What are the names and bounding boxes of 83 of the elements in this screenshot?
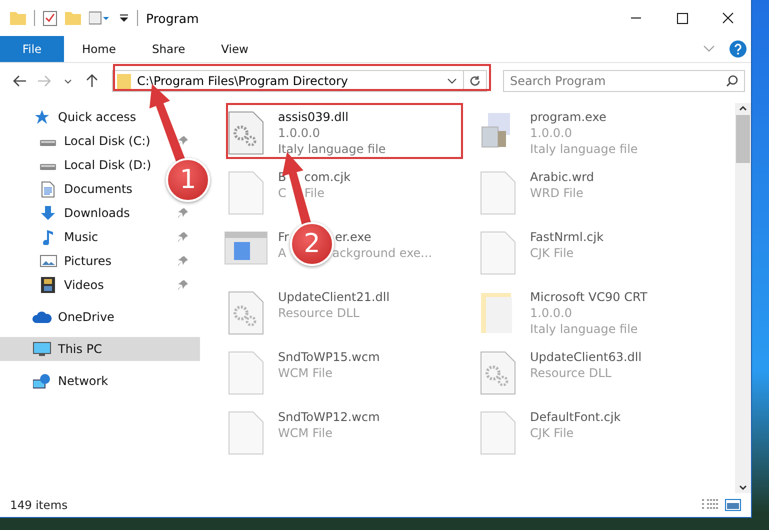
file-name[interactable]: program.exe (530, 109, 606, 125)
window-title: Program (146, 10, 200, 26)
file-name[interactable]: Fr (278, 229, 289, 245)
file-detail: Italy language file (530, 141, 638, 157)
folder-icon (117, 73, 131, 89)
search-field[interactable]: Search Program (503, 70, 745, 92)
refresh-icon[interactable] (469, 75, 481, 87)
help-icon[interactable] (729, 40, 747, 58)
download-arrow-icon (40, 205, 56, 221)
scrollbar[interactable] (735, 103, 751, 493)
file-name[interactable]: SndToWP12.wcm (278, 409, 380, 425)
file-detail: ackground exe... (332, 245, 432, 261)
file-name[interactable]: DefaultFont.cjk (530, 409, 621, 425)
file-detail: Italy language file (278, 141, 386, 157)
picture-icon (40, 254, 56, 268)
network-icon (33, 373, 51, 389)
caret-icon[interactable] (119, 13, 129, 23)
file-detail: 1.0.0.0 (530, 125, 572, 141)
file-name[interactable]: UpdateClient21.dll (278, 289, 390, 305)
scroll-up-icon[interactable] (738, 103, 748, 113)
scroll-down-icon[interactable] (738, 483, 748, 493)
properties-icon[interactable] (43, 10, 57, 26)
music-note-icon (42, 229, 54, 245)
file-name[interactable]: SndToWP15.wcm (278, 349, 380, 365)
file-detail: A (278, 245, 286, 261)
blank-file-icon (480, 231, 516, 275)
large-icons-view-icon[interactable] (725, 498, 741, 512)
file-name[interactable]: com.cjk (304, 169, 351, 185)
blank-file-icon (228, 351, 264, 395)
document-icon (41, 180, 55, 198)
address-field[interactable]: C:\Program Files\Program Directory (112, 70, 487, 92)
file-detail: C (278, 185, 286, 201)
cloud-icon (32, 311, 52, 323)
file-detail: Resource DLL (530, 365, 612, 381)
nav-item[interactable]: Downloads (0, 201, 200, 225)
nav-item[interactable]: This PC (0, 337, 200, 361)
file-name[interactable]: FastNrml.cjk (530, 229, 604, 245)
file-detail: WCM File (278, 425, 332, 441)
film-icon (41, 277, 55, 293)
step-number: 1 (166, 158, 210, 202)
item-count: 149 items (10, 498, 69, 512)
nav-item[interactable]: Local Disk (D:) (0, 153, 164, 177)
step-number: 2 (290, 222, 334, 266)
file-menu-button[interactable]: File (0, 36, 64, 62)
search-icon (726, 75, 738, 87)
nav-item[interactable]: Videos (0, 273, 200, 297)
file-detail: 1.0.0.0 (278, 125, 320, 141)
nav-item[interactable]: Quick access (0, 105, 148, 129)
gears-file-icon (228, 111, 264, 155)
nav-item[interactable]: Music (0, 225, 200, 249)
file-detail: WCM File (278, 365, 332, 381)
nav-item[interactable]: Documents (0, 177, 144, 201)
chevron-down-icon[interactable] (447, 77, 457, 85)
scroll-thumb[interactable] (736, 115, 750, 163)
nav-item[interactable]: Network (0, 369, 120, 393)
file-name[interactable]: er.exe (334, 229, 372, 245)
file-name[interactable]: Arabic.wrd (530, 169, 594, 185)
monitor-icon (33, 342, 51, 356)
blank-file-icon (480, 171, 516, 215)
file-name[interactable]: assis039.dll (278, 109, 348, 125)
file-detail: CJK File (530, 245, 574, 261)
address-path: C:\Program Files\Program Directory (137, 74, 350, 88)
ribbon-tab[interactable]: Home (64, 36, 134, 62)
nav-item[interactable]: OneDrive (0, 305, 126, 329)
file-detail: Resource DLL (278, 305, 360, 321)
blank-file-icon (228, 411, 264, 455)
ribbon-tab[interactable]: View (203, 36, 266, 62)
file-name[interactable]: Microsoft VC90 CRT (530, 289, 648, 305)
blank-file-icon (480, 411, 516, 455)
customize-toolbar-icon[interactable] (89, 11, 111, 25)
nav-item[interactable]: Pictures (0, 249, 200, 273)
blank-file-icon (228, 171, 264, 215)
file-detail: Italy language file (530, 321, 638, 337)
app-window-icon (224, 231, 268, 265)
gears-file-icon (480, 351, 516, 395)
star-icon (34, 109, 50, 125)
file-name[interactable]: UpdateClient63.dll (530, 349, 642, 365)
file-detail: CJK File (530, 425, 574, 441)
ribbon-tab[interactable]: Share (134, 36, 204, 62)
gears-file-icon (228, 291, 264, 335)
file-detail: 1.0.0.0 (530, 305, 572, 321)
file-detail: File (304, 185, 324, 201)
file-detail: WRD File (530, 185, 584, 201)
